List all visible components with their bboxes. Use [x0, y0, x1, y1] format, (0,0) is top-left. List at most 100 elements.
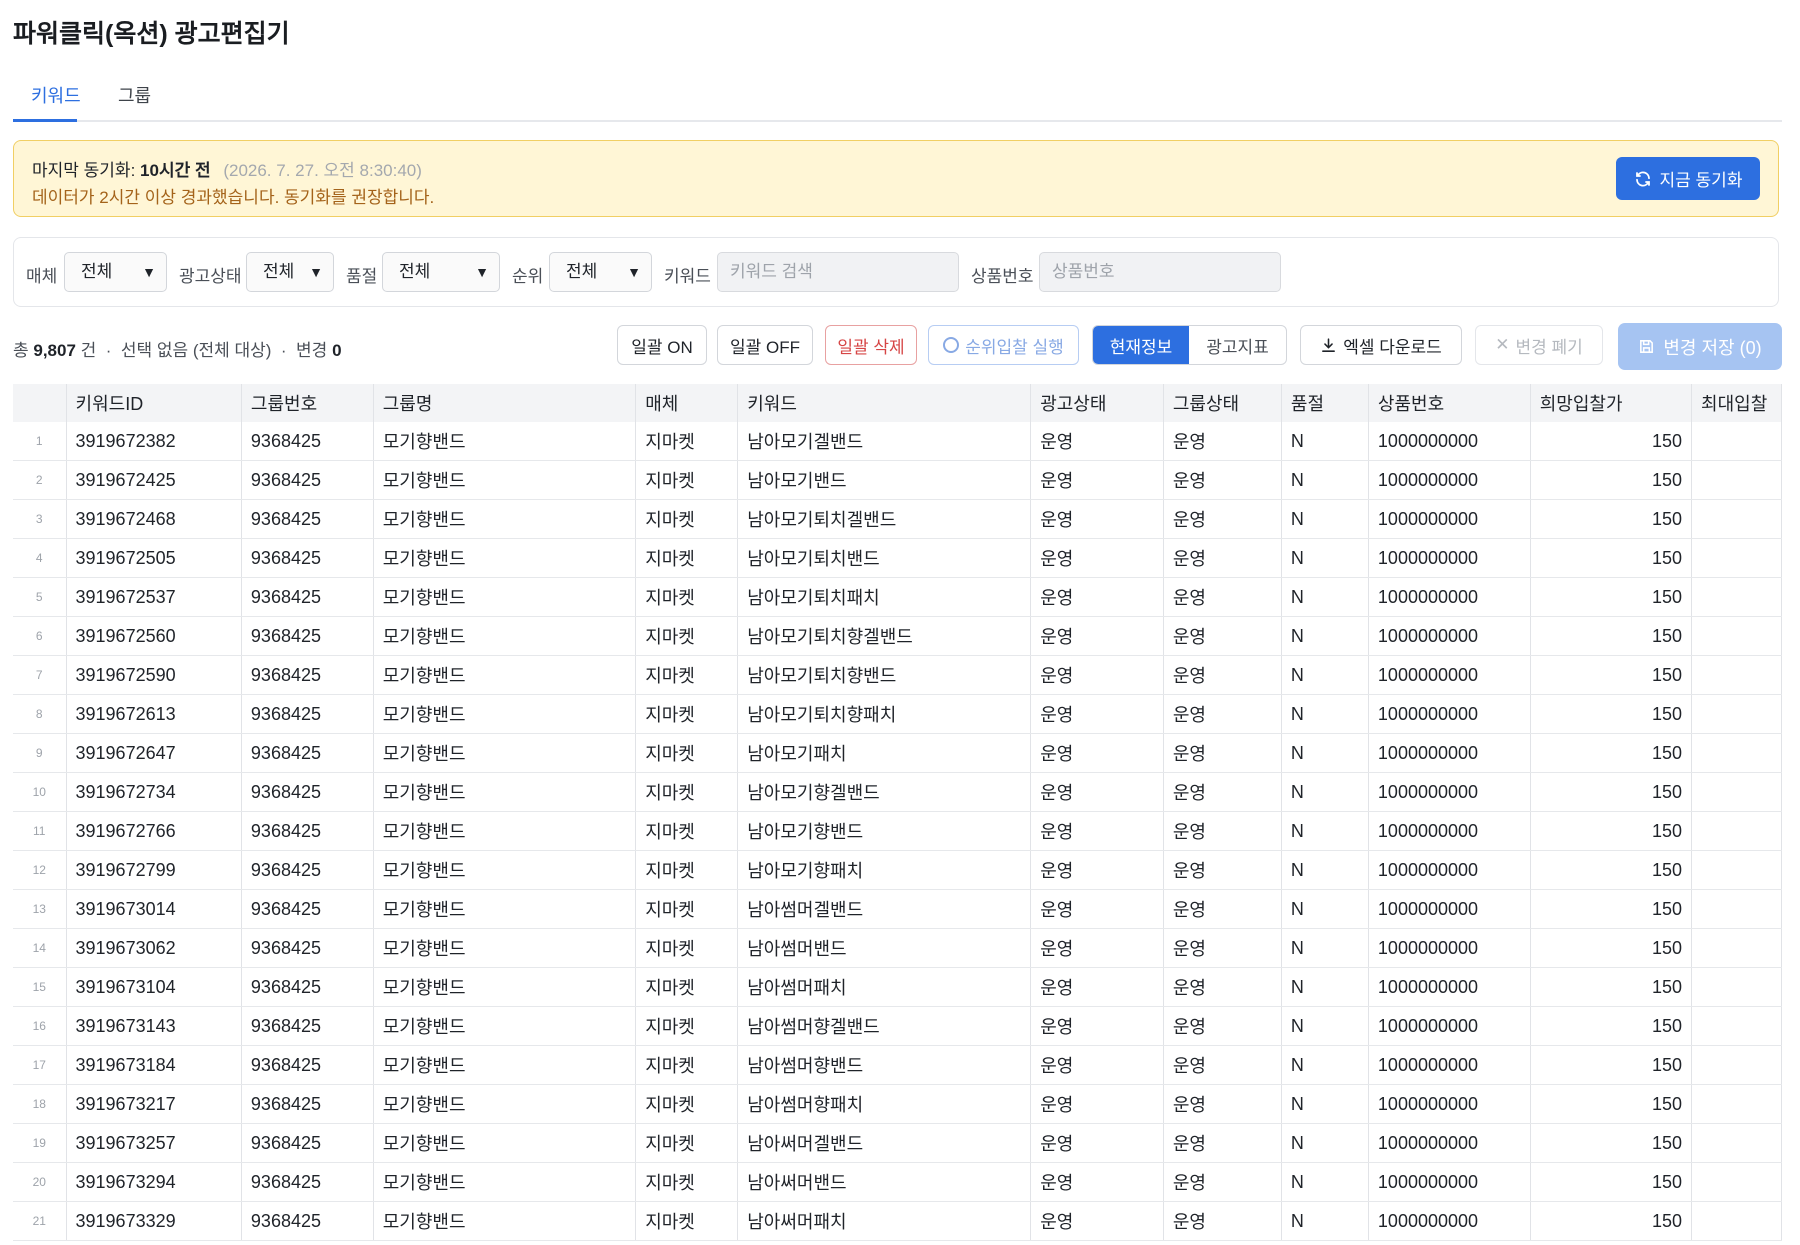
- table-cell[interactable]: 지마켓: [635, 655, 739, 695]
- table-cell[interactable]: 3919673329: [66, 1201, 242, 1241]
- table-cell[interactable]: 남아모기겔밴드: [737, 422, 1032, 461]
- column-header[interactable]: 키워드: [737, 384, 1032, 422]
- table-cell[interactable]: 1000000000: [1368, 422, 1531, 461]
- table-cell[interactable]: [1691, 1123, 1782, 1163]
- keyword-search-input[interactable]: 키워드 검색: [717, 252, 959, 292]
- table-cell[interactable]: 9368425: [241, 577, 374, 617]
- column-header[interactable]: 그룹상태: [1163, 384, 1282, 422]
- table-cell[interactable]: 운영: [1030, 811, 1164, 851]
- table-row[interactable]: 8 3919672613 9368425 모기향밴드 지마켓 남아모기퇴치향패치 운영 운영 N…: [13, 694, 1782, 734]
- table-cell[interactable]: 3919673184: [66, 1045, 242, 1085]
- table-row[interactable]: 21 3919673329 9368425 모기향밴드 지마켓 남아써머패치 운영 운영 N 10…: [13, 1201, 1782, 1241]
- table-cell[interactable]: 운영: [1163, 850, 1282, 890]
- table-cell[interactable]: 모기향밴드: [373, 1201, 637, 1241]
- bulk-on-button[interactable]: 일괄 ON: [617, 325, 707, 365]
- table-cell[interactable]: 모기향밴드: [373, 733, 637, 773]
- table-cell[interactable]: 150: [1530, 694, 1693, 734]
- table-row[interactable]: 5 3919672537 9368425 모기향밴드 지마켓 남아모기퇴치패치 운영 운영 N 1…: [13, 577, 1782, 617]
- table-cell[interactable]: 남아모기향패치: [737, 850, 1032, 890]
- table-cell[interactable]: 3919673257: [66, 1123, 242, 1163]
- table-cell[interactable]: 남아모기퇴치패치: [737, 577, 1032, 617]
- status-select[interactable]: 전체 ▼: [246, 252, 334, 292]
- table-cell[interactable]: 1000000000: [1368, 889, 1531, 929]
- table-cell[interactable]: [1691, 772, 1782, 812]
- table-cell[interactable]: N: [1281, 1123, 1369, 1163]
- table-cell[interactable]: 150: [1530, 928, 1693, 968]
- table-cell[interactable]: 운영: [1030, 499, 1164, 539]
- table-cell[interactable]: 지마켓: [635, 1045, 739, 1085]
- table-cell[interactable]: N: [1281, 889, 1369, 929]
- table-cell[interactable]: 150: [1530, 538, 1693, 578]
- table-cell[interactable]: 1000000000: [1368, 577, 1531, 617]
- media-select[interactable]: 전체 ▼: [64, 252, 167, 292]
- column-header[interactable]: 광고상태: [1030, 384, 1164, 422]
- table-cell[interactable]: 지마켓: [635, 499, 739, 539]
- table-cell[interactable]: 지마켓: [635, 1162, 739, 1202]
- table-cell[interactable]: 남아써머밴드: [737, 1162, 1032, 1202]
- table-cell[interactable]: 지마켓: [635, 1201, 739, 1241]
- column-header[interactable]: 키워드ID: [66, 384, 242, 422]
- table-cell[interactable]: 운영: [1030, 1006, 1164, 1046]
- discard-changes-button[interactable]: ✕ 변경 폐기: [1475, 325, 1603, 365]
- table-cell[interactable]: N: [1281, 538, 1369, 578]
- table-cell[interactable]: 남아썸머향밴드: [737, 1045, 1032, 1085]
- table-cell[interactable]: 남아모기향겔밴드: [737, 772, 1032, 812]
- table-cell[interactable]: 지마켓: [635, 694, 739, 734]
- table-cell[interactable]: [1691, 616, 1782, 656]
- table-cell[interactable]: 3919672468: [66, 499, 242, 539]
- table-cell[interactable]: 모기향밴드: [373, 499, 637, 539]
- table-cell[interactable]: 9368425: [241, 850, 374, 890]
- table-cell[interactable]: N: [1281, 733, 1369, 773]
- table-cell[interactable]: N: [1281, 772, 1369, 812]
- table-cell[interactable]: [1691, 422, 1782, 461]
- table-cell[interactable]: 남아썸머밴드: [737, 928, 1032, 968]
- table-cell[interactable]: 3919672613: [66, 694, 242, 734]
- table-cell[interactable]: 모기향밴드: [373, 422, 637, 461]
- table-cell[interactable]: N: [1281, 460, 1369, 500]
- table-cell[interactable]: N: [1281, 616, 1369, 656]
- table-cell[interactable]: 150: [1530, 967, 1693, 1007]
- table-cell[interactable]: 지마켓: [635, 616, 739, 656]
- table-cell[interactable]: 운영: [1163, 694, 1282, 734]
- table-cell[interactable]: 150: [1530, 1201, 1693, 1241]
- table-cell[interactable]: 모기향밴드: [373, 655, 637, 695]
- table-cell[interactable]: [1691, 850, 1782, 890]
- table-cell[interactable]: 9368425: [241, 733, 374, 773]
- table-cell[interactable]: 3919673294: [66, 1162, 242, 1202]
- table-cell[interactable]: 남아썸머향겔밴드: [737, 1006, 1032, 1046]
- table-cell[interactable]: 남아써머겔밴드: [737, 1123, 1032, 1163]
- table-cell[interactable]: 9368425: [241, 889, 374, 929]
- view-current-button[interactable]: 현재정보: [1093, 326, 1189, 364]
- table-cell[interactable]: 1000000000: [1368, 694, 1531, 734]
- table-cell[interactable]: N: [1281, 1201, 1369, 1241]
- table-cell[interactable]: 150: [1530, 577, 1693, 617]
- table-cell[interactable]: [1691, 577, 1782, 617]
- product-number-input[interactable]: 상품번호: [1039, 252, 1281, 292]
- table-cell[interactable]: 남아모기퇴치향패치: [737, 694, 1032, 734]
- table-row[interactable]: 12 3919672799 9368425 모기향밴드 지마켓 남아모기향패치 운영 운영 N 1…: [13, 850, 1782, 890]
- table-cell[interactable]: 모기향밴드: [373, 694, 637, 734]
- table-cell[interactable]: [1691, 811, 1782, 851]
- table-cell[interactable]: 운영: [1030, 422, 1164, 461]
- soldout-select[interactable]: 전체 ▼: [382, 252, 500, 292]
- table-cell[interactable]: N: [1281, 694, 1369, 734]
- table-cell[interactable]: N: [1281, 499, 1369, 539]
- table-cell[interactable]: 모기향밴드: [373, 850, 637, 890]
- table-cell[interactable]: 1000000000: [1368, 1006, 1531, 1046]
- table-cell[interactable]: N: [1281, 422, 1369, 461]
- table-cell[interactable]: 지마켓: [635, 967, 739, 1007]
- table-cell[interactable]: 운영: [1163, 889, 1282, 929]
- column-header[interactable]: 품절: [1281, 384, 1369, 422]
- table-cell[interactable]: 운영: [1030, 1162, 1164, 1202]
- table-cell[interactable]: 9368425: [241, 1162, 374, 1202]
- table-cell[interactable]: 운영: [1163, 499, 1282, 539]
- table-cell[interactable]: 3919672505: [66, 538, 242, 578]
- table-cell[interactable]: 1000000000: [1368, 811, 1531, 851]
- table-cell[interactable]: 9368425: [241, 1045, 374, 1085]
- view-metrics-button[interactable]: 광고지표: [1189, 326, 1286, 364]
- table-cell[interactable]: 3919672590: [66, 655, 242, 695]
- table-cell[interactable]: 9368425: [241, 616, 374, 656]
- table-cell[interactable]: 1000000000: [1368, 1123, 1531, 1163]
- table-cell[interactable]: [1691, 889, 1782, 929]
- table-cell[interactable]: 운영: [1030, 1201, 1164, 1241]
